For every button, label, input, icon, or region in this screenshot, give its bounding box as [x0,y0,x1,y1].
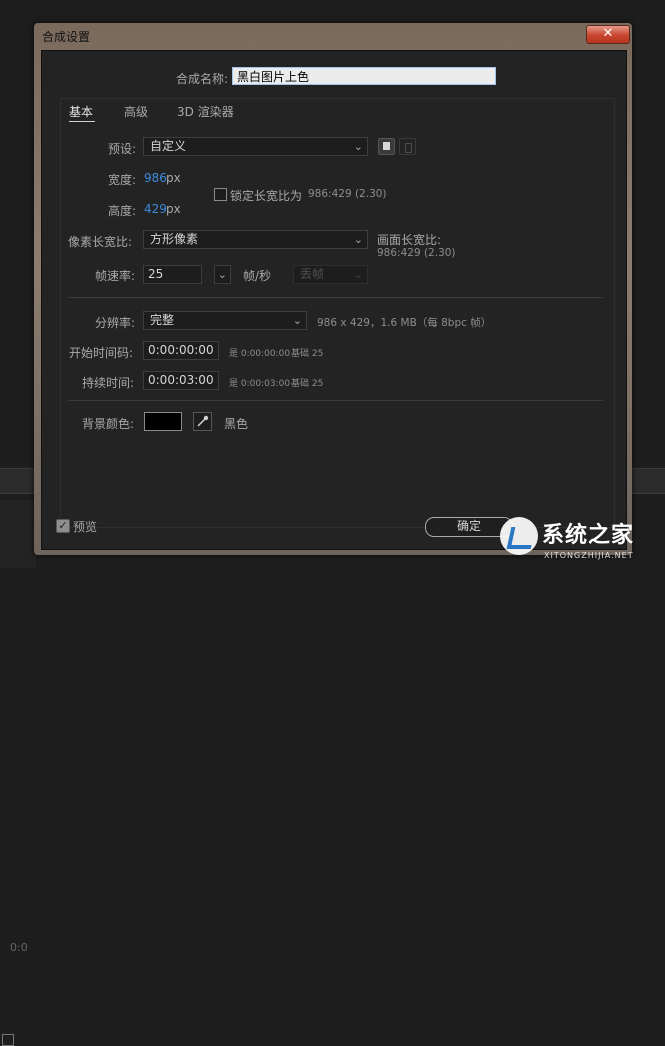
chevron-down-icon: ⌄ [217,268,227,281]
divider [68,400,603,401]
close-button[interactable]: ✕ [586,25,630,44]
resolution-info: 986 x 429，1.6 MB（每 8bpc 帧） [317,317,492,329]
resolution-label: 分辨率: [95,316,136,330]
chevron-down-icon: ⌄ [353,268,363,281]
new-preset-icon[interactable] [378,138,395,155]
preset-select[interactable]: 自定义 ⌄ [143,137,368,156]
resolution-value: 完整 [150,313,175,327]
dialog-body: 合成名称: 黑白图片上色 基本 高级 3D 渲染器 预设: 自定义 ⌄ 宽度: … [41,50,627,550]
frame-rate-unit: 帧/秒 [243,269,272,283]
pixel-aspect-label: 像素长宽比: [68,235,133,249]
duration-label: 持续时间: [82,376,135,390]
tab-advanced[interactable]: 高级 [124,103,148,120]
lock-aspect-label: 锁定长宽比为 [230,189,303,203]
height-label: 高度: [108,204,137,218]
start-timecode-is: 是 0:00:00:00 [229,349,291,359]
bg-color-swatch[interactable] [144,412,182,431]
duration-base: 基础 25 [291,379,324,389]
lock-aspect-checkbox[interactable] [214,188,227,201]
comp-name-input[interactable]: 黑白图片上色 [232,67,496,85]
watermark-url: XITONGZHIJIA.NET [544,551,634,560]
titlebar[interactable]: 合成设置 ✕ [34,23,632,47]
chevron-down-icon: ⌄ [353,233,363,246]
composition-settings-dialog: 合成设置 ✕ 合成名称: 黑白图片上色 基本 高级 3D 渲染器 预设: 自定义… [34,23,632,555]
preset-label: 预设: [108,142,137,156]
watermark-text: 系统之家 [542,523,635,548]
width-unit: px [166,171,181,185]
watermark-logo-icon [500,517,538,555]
drop-frame-select: 丢帧 ⌄ [293,265,368,284]
frame-rate-label: 帧速率: [95,269,136,283]
tab-3d-renderer[interactable]: 3D 渲染器 [177,103,234,120]
chevron-down-icon: ⌄ [353,140,363,153]
width-value[interactable]: 986 [144,171,167,185]
drop-frame-value: 丢帧 [300,267,325,281]
background-timecode: 0:0 [10,941,28,954]
frame-aspect-label: 画面长宽比: [377,233,442,247]
watermark: 系统之家 XITONGZHIJIA.NET [500,513,660,563]
window-title: 合成设置 [42,30,91,44]
start-timecode-label: 开始时间码: [69,346,134,360]
width-label: 宽度: [108,173,137,187]
bg-color-name: 黑色 [224,417,249,431]
resolution-select[interactable]: 完整 ⌄ [143,311,307,330]
background-node-icon [2,1034,14,1046]
frame-aspect-value: 986:429 (2.30) [377,247,456,259]
delete-preset-icon[interactable] [399,138,416,155]
bg-color-label: 背景颜色: [82,417,135,431]
background-panel [0,500,36,1046]
start-timecode-input[interactable]: 0:00:00:00 [143,341,219,360]
height-value[interactable]: 429 [144,202,167,216]
background-timeline-strip: 0:0 [0,468,36,954]
duration-is: 是 0:00:03:00 [229,379,291,389]
frame-rate-dropdown[interactable]: ⌄ [214,265,231,284]
tab-basic[interactable]: 基本 [69,103,93,120]
preview-checkbox[interactable]: ✓ [56,519,70,533]
chevron-down-icon: ⌄ [292,314,302,327]
height-unit: px [166,202,181,216]
divider [68,297,603,298]
pixel-aspect-value: 方形像素 [150,232,199,246]
preset-value: 自定义 [150,139,187,153]
pixel-aspect-select[interactable]: 方形像素 ⌄ [143,230,368,249]
frame-rate-input[interactable]: 25 [143,265,202,284]
preview-label: 预览 [73,520,98,534]
background-timeline-strip-right [632,468,665,494]
lock-aspect-value: 986:429 (2.30) [308,188,387,200]
tab-basic-underline [69,121,95,122]
start-timecode-base: 基础 25 [291,349,324,359]
comp-name-label: 合成名称: [176,72,229,86]
eyedropper-icon[interactable] [193,412,212,431]
duration-input[interactable]: 0:00:03:00 [143,371,219,390]
